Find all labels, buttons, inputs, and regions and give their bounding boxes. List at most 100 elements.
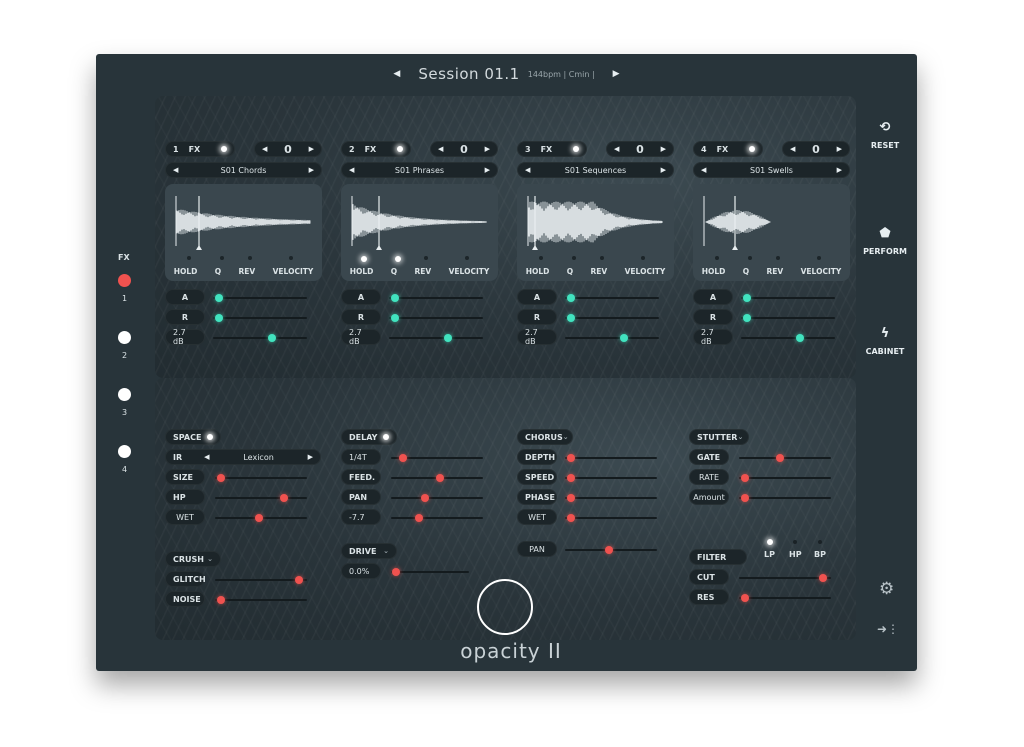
preset-next-button[interactable]: ▶ — [309, 166, 314, 174]
pan-slider[interactable] — [565, 546, 657, 554]
release-knob[interactable] — [214, 314, 223, 322]
filter-mode-lp[interactable]: LP — [764, 550, 775, 559]
preset-selector[interactable]: ◀ S01 Phrases ▶ — [341, 162, 498, 178]
gain-slider[interactable] — [741, 334, 835, 342]
rev-indicator[interactable] — [776, 256, 780, 260]
decrement-button[interactable]: ◀ — [262, 145, 267, 153]
size-knob[interactable] — [216, 474, 225, 482]
attack-knob[interactable] — [214, 294, 223, 302]
delay-pan-slider[interactable] — [391, 494, 483, 502]
chorus-wet-knob[interactable] — [566, 514, 575, 522]
velocity-indicator[interactable] — [641, 256, 645, 260]
preset-prev-button[interactable]: ◀ — [525, 166, 530, 174]
rev-indicator[interactable] — [600, 256, 604, 260]
chorus-toggle[interactable]: CHORUS ⌄ — [517, 429, 573, 445]
preset-prev-button[interactable]: ◀ — [349, 166, 354, 174]
crush-toggle[interactable]: CRUSH ⌄ — [165, 551, 221, 567]
preset-prev-button[interactable]: ◀ — [701, 166, 706, 174]
resonance-knob[interactable] — [740, 594, 749, 602]
release-knob[interactable] — [742, 314, 751, 322]
attack-slider[interactable] — [389, 294, 483, 302]
delay-toggle[interactable]: DELAY — [341, 429, 397, 445]
channel-value-stepper[interactable]: ◀ 0 ▶ — [430, 141, 498, 157]
prev-session-button[interactable]: ◀ — [393, 69, 400, 79]
q-indicator[interactable] — [748, 256, 752, 260]
velocity-indicator[interactable] — [465, 256, 469, 260]
velocity-indicator[interactable] — [289, 256, 293, 260]
ir-next-button[interactable]: ▶ — [308, 453, 313, 461]
attack-knob[interactable] — [390, 294, 399, 302]
channel-value-stepper[interactable]: ◀ 0 ▶ — [606, 141, 674, 157]
gain-knob[interactable] — [444, 334, 453, 342]
decrement-button[interactable]: ◀ — [438, 145, 443, 153]
hold-indicator[interactable] — [539, 256, 543, 260]
hp-knob[interactable] — [279, 494, 288, 502]
channel-value-stepper[interactable]: ◀ 0 ▶ — [254, 141, 322, 157]
space-toggle[interactable]: SPACE — [165, 429, 221, 445]
speed-knob[interactable] — [566, 474, 575, 482]
release-knob[interactable] — [390, 314, 399, 322]
rate-slider[interactable] — [739, 474, 831, 482]
preset-next-button[interactable]: ▶ — [661, 166, 666, 174]
stutter-toggle[interactable]: STUTTER ⌄ — [689, 429, 749, 445]
glitch-knob[interactable] — [294, 576, 303, 584]
cutoff-knob[interactable] — [818, 574, 827, 582]
next-session-button[interactable]: ▶ — [613, 69, 620, 79]
feedback-slider[interactable] — [391, 474, 483, 482]
gain-slider[interactable] — [213, 334, 307, 342]
cabinet-button[interactable]: ϟ CABINET — [862, 326, 908, 356]
channel-fx-toggle[interactable]: 2 FX — [341, 141, 411, 157]
fx-slot-3-button[interactable] — [118, 388, 131, 401]
pan-knob[interactable] — [605, 546, 614, 554]
drive-toggle[interactable]: DRIVE ⌄ — [341, 543, 397, 559]
preset-next-button[interactable]: ▶ — [485, 166, 490, 174]
increment-button[interactable]: ▶ — [837, 145, 842, 153]
gate-slider[interactable] — [739, 454, 831, 462]
increment-button[interactable]: ▶ — [309, 145, 314, 153]
preset-selector[interactable]: ◀ S01 Swells ▶ — [693, 162, 850, 178]
chorus-wet-slider[interactable] — [565, 514, 657, 522]
hp-slider[interactable] — [215, 494, 307, 502]
cutoff-slider[interactable] — [739, 574, 831, 582]
filter-lp-indicator[interactable] — [767, 539, 773, 545]
attack-slider[interactable] — [741, 294, 835, 302]
release-knob[interactable] — [566, 314, 575, 322]
channel-fx-toggle[interactable]: 1 FX — [165, 141, 235, 157]
delay-value-slider[interactable] — [391, 514, 483, 522]
delay-value-knob[interactable] — [414, 514, 423, 522]
gain-slider[interactable] — [389, 334, 483, 342]
exit-icon[interactable]: ➜⋮ — [877, 622, 899, 636]
channel-fx-toggle[interactable]: 3 FX — [517, 141, 587, 157]
fx-slot-1-button[interactable] — [118, 274, 131, 287]
preset-selector[interactable]: ◀ S01 Sequences ▶ — [517, 162, 674, 178]
preset-selector[interactable]: ◀ S01 Chords ▶ — [165, 162, 322, 178]
depth-slider[interactable] — [565, 454, 657, 462]
ir-prev-button[interactable]: ◀ — [204, 453, 209, 461]
glitch-slider[interactable] — [215, 576, 307, 584]
gear-icon[interactable]: ⚙ — [879, 579, 894, 599]
fx-slot-4-button[interactable] — [118, 445, 131, 458]
space-wet-slider[interactable] — [215, 514, 307, 522]
gain-slider[interactable] — [565, 334, 659, 342]
waveform-display[interactable]: HOLD Q REV VELOCITY — [693, 184, 850, 281]
rev-indicator[interactable] — [424, 256, 428, 260]
resonance-slider[interactable] — [739, 594, 831, 602]
ir-selector[interactable]: IR ◀ Lexicon ▶ — [165, 449, 321, 465]
release-slider[interactable] — [741, 314, 835, 322]
perform-button[interactable]: ⬟ PERFORM — [862, 226, 908, 256]
hold-indicator[interactable] — [361, 256, 367, 262]
decrement-button[interactable]: ◀ — [790, 145, 795, 153]
noise-knob[interactable] — [216, 596, 225, 604]
play-ring-button[interactable] — [477, 579, 533, 635]
gate-knob[interactable] — [775, 454, 784, 462]
hold-indicator[interactable] — [187, 256, 191, 260]
speed-slider[interactable] — [565, 474, 657, 482]
attack-knob[interactable] — [566, 294, 575, 302]
filter-mode-bp[interactable]: BP — [814, 550, 826, 559]
size-slider[interactable] — [215, 474, 307, 482]
fx-slot-2-button[interactable] — [118, 331, 131, 344]
waveform-display[interactable]: HOLD Q REV VELOCITY — [517, 184, 674, 281]
increment-button[interactable]: ▶ — [661, 145, 666, 153]
drive-knob[interactable] — [392, 568, 401, 576]
attack-knob[interactable] — [742, 294, 751, 302]
